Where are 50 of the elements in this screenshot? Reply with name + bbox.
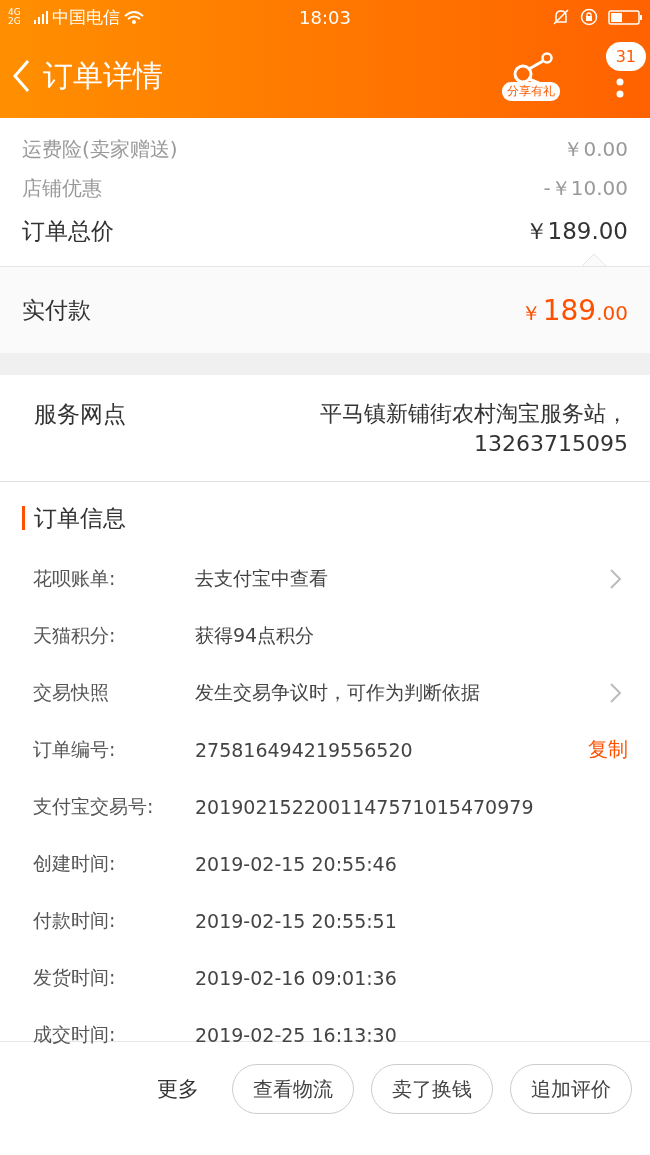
back-icon (12, 59, 31, 93)
service-value: 平马镇新铺街农村淘宝服务站， (320, 400, 628, 428)
price-value: ￥189.00 (524, 216, 628, 246)
more-link[interactable]: 更多 (157, 1075, 199, 1103)
price-value: ￥0.00 (563, 136, 628, 163)
info-label: 发货时间: (32, 964, 117, 990)
carrier-name: 中国电信 (52, 5, 120, 29)
info-label: 付款时间: (32, 907, 117, 933)
section-title: 订单信息 (22, 506, 628, 530)
info-value: 发生交易争议时，可作为判断依据 (195, 679, 481, 705)
info-label: 交易快照 (32, 679, 110, 705)
info-label: 创建时间: (32, 850, 117, 876)
paid-label: 实付款 (22, 295, 91, 325)
mute-icon (552, 8, 570, 26)
price-label: 运费险(卖家赠送) (22, 136, 178, 163)
action-button[interactable]: 查看物流 (232, 1064, 354, 1114)
info-label: 成交时间: (32, 1021, 117, 1047)
service-value: 13263715095 (474, 430, 628, 458)
info-value: 275816494219556520 (195, 738, 414, 761)
info-value: 2019-02-15 20:55:51 (195, 909, 398, 932)
share-label: 分享有礼 (502, 81, 560, 101)
battery-icon (608, 8, 642, 26)
info-label: 订单编号: (32, 736, 117, 762)
signal-icon (34, 10, 48, 24)
clock: 18:03 (299, 6, 351, 28)
price-label: 订单总价 (22, 216, 114, 246)
action-button[interactable]: 追加评价 (510, 1064, 632, 1114)
info-label: 天猫积分: (32, 622, 117, 648)
action-button[interactable]: 卖了换钱 (371, 1064, 493, 1114)
chevron-icon (609, 567, 622, 590)
dots-icon (616, 78, 624, 98)
service-label: 服务网点 (34, 400, 126, 429)
chevron-icon (609, 681, 622, 704)
info-label: 支付宝交易号: (32, 793, 155, 819)
info-value: 2019-02-15 20:55:46 (195, 852, 398, 875)
info-value: 2019021522001147571015470979 (195, 795, 535, 818)
price-label: 店铺优惠 (22, 175, 102, 202)
info-label: 花呗账单: (32, 565, 117, 591)
rotation-lock-icon (580, 8, 598, 26)
info-value: 获得94点积分 (195, 622, 316, 648)
info-value: 2019-02-25 16:13:30 (195, 1023, 398, 1046)
paid-amount: ￥189.00 (520, 293, 628, 327)
network-type: 4G 2G (8, 8, 22, 26)
price-value: -￥10.00 (543, 175, 628, 202)
info-value: 2019-02-16 09:01:36 (195, 966, 398, 989)
page-title: 订单详情 (43, 56, 164, 95)
wifi-icon (124, 10, 144, 24)
message-count-badge: 31 (605, 42, 646, 71)
info-value: 去支付宝中查看 (195, 565, 329, 591)
back-button[interactable] (12, 59, 31, 93)
